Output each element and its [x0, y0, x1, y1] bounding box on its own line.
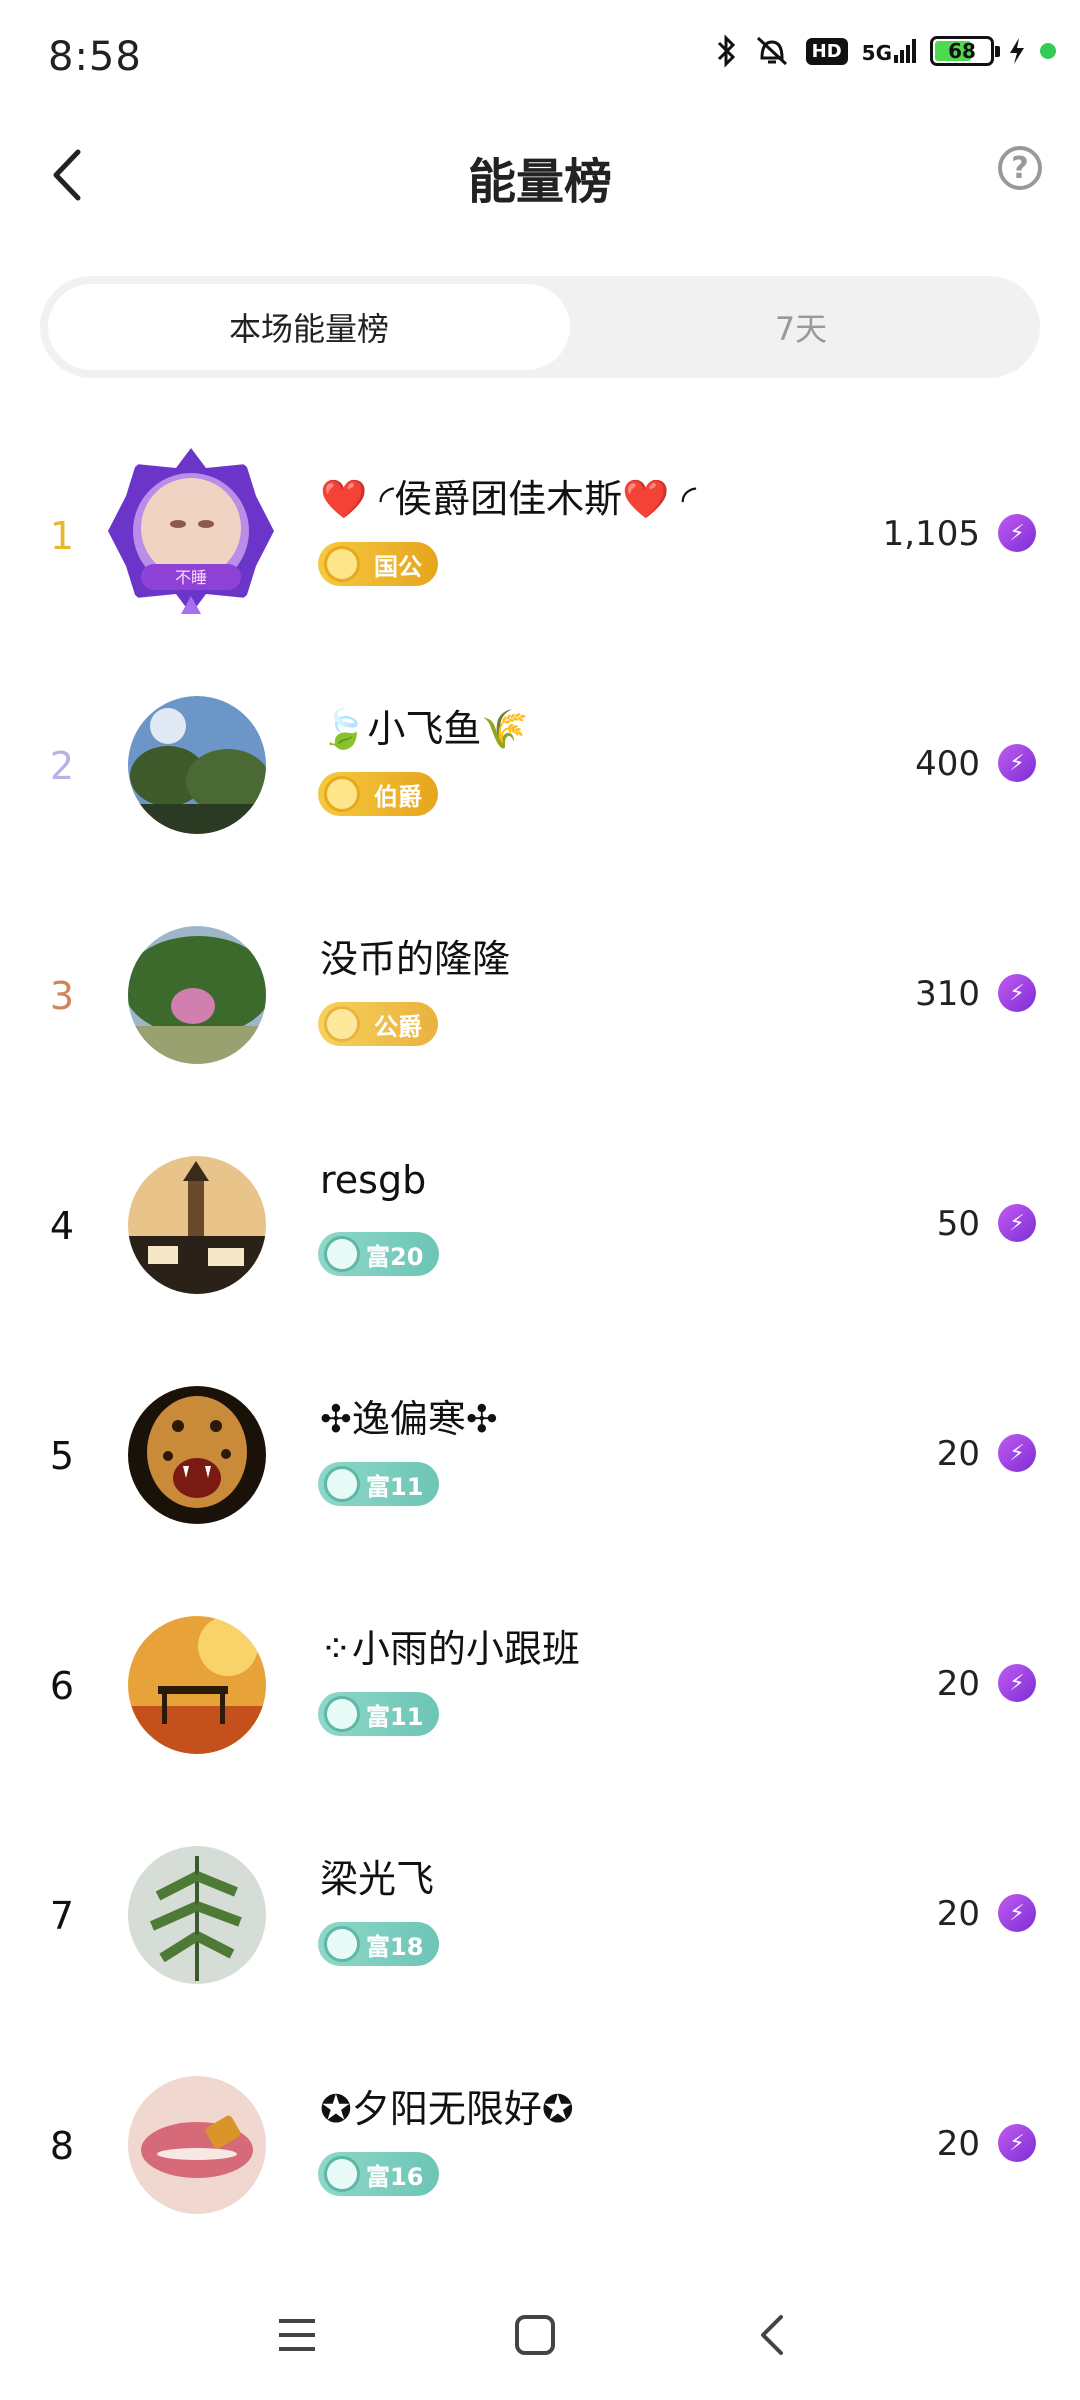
tab-7-days[interactable]: 7天 [570, 284, 1032, 370]
list-item[interactable]: 4 resgb 富20 50 ⚡ [0, 1110, 1080, 1340]
lightning-icon: ⚡ [998, 514, 1036, 552]
lightning-icon: ⚡ [998, 1204, 1036, 1242]
wealth-level-icon [324, 1926, 360, 1962]
list-item[interactable]: 6 ⁘小雨的小跟班 富11 20 ⚡ [0, 1570, 1080, 1800]
energy-score: 20 [936, 1664, 980, 1704]
user-name: 梁光飞 [320, 1857, 435, 1901]
lightning-icon: ⚡ [998, 974, 1036, 1012]
list-item[interactable]: 1 不睡 ❤️ ◜侯爵团佳木斯❤️ ◜ 国公 1,105 ⚡ [0, 420, 1080, 650]
user-name: ✣逸偏寒✣ [320, 1397, 498, 1441]
list-item[interactable]: 8 ✪夕阳无限好✪ 富16 20 ⚡ [0, 2030, 1080, 2260]
status-icons: HD 5G 68 [716, 34, 1056, 68]
status-bar: 8:58 HD 5G 68 [0, 0, 1080, 120]
avatar[interactable] [128, 1156, 266, 1294]
diamond-badge-icon [324, 546, 360, 582]
avatar[interactable] [128, 926, 266, 1064]
mute-bell-icon [756, 36, 787, 66]
home-square-icon [515, 2315, 555, 2355]
charging-icon [1010, 38, 1024, 64]
avatar[interactable] [128, 1846, 266, 1984]
lightning-icon: ⚡ [998, 1434, 1036, 1472]
tab-current-session[interactable]: 本场能量榜 [48, 284, 570, 370]
home-button[interactable] [500, 2300, 570, 2370]
user-name: ⁘小雨的小跟班 [320, 1627, 580, 1671]
list-item[interactable]: 2 🍃小飞鱼🌾 伯爵 400 ⚡ [0, 650, 1080, 880]
hd-icon: HD [805, 37, 848, 65]
user-name: ✪夕阳无限好✪ [320, 2087, 574, 2131]
svg-text:不睡: 不睡 [175, 568, 207, 587]
level-badge: 伯爵 [318, 772, 438, 816]
rank-number: 4 [49, 1204, 75, 1248]
question-circle-icon: ? [1011, 150, 1029, 186]
help-button[interactable]: ? [998, 146, 1042, 190]
wealth-badge: 富20 [318, 1232, 440, 1276]
wealth-badge: 富18 [318, 1922, 440, 1966]
lightning-icon: ⚡ [998, 1894, 1036, 1932]
wealth-level-icon [324, 2156, 360, 2192]
avatar[interactable] [128, 1386, 266, 1524]
lightning-icon: ⚡ [998, 2124, 1036, 2162]
user-name: ❤️ ◜侯爵团佳木斯❤️ ◜ [320, 477, 697, 521]
energy-score: 400 [915, 744, 980, 784]
wealth-level-icon [324, 1236, 360, 1272]
list-item[interactable]: 3 没币的隆隆 公爵 310 ⚡ [0, 880, 1080, 1110]
rank-number: 2 [49, 744, 75, 788]
battery-icon: 68 [930, 36, 1000, 66]
avatar[interactable] [128, 2076, 266, 2214]
rank-number: 6 [49, 1664, 75, 1708]
diamond-badge-icon [324, 1006, 360, 1042]
tab-bar: 本场能量榜 7天 [40, 276, 1040, 378]
system-nav-bar [0, 2270, 1080, 2400]
status-time: 8:58 [48, 34, 142, 80]
page-title: 能量榜 [467, 154, 612, 210]
rank-number: 5 [49, 1434, 75, 1478]
level-badge: 公爵 [318, 1002, 438, 1046]
energy-score: 310 [915, 974, 980, 1014]
wealth-level-icon [324, 1466, 360, 1502]
menu-button[interactable] [262, 2300, 332, 2370]
back-triangle-icon [761, 2315, 783, 2355]
energy-score: 20 [936, 1894, 980, 1934]
energy-score: 20 [936, 2124, 980, 2164]
energy-score: 1,105 [882, 514, 980, 554]
lightning-icon: ⚡ [998, 1664, 1036, 1702]
rank-number: 8 [49, 2124, 75, 2168]
rank-number: 7 [49, 1894, 75, 1938]
list-item[interactable]: 7 梁光飞 富18 20 ⚡ [0, 1800, 1080, 2030]
lightning-icon: ⚡ [998, 744, 1036, 782]
user-name: 没币的隆隆 [320, 937, 511, 981]
list-item[interactable]: 5 ✣逸偏寒✣ 富11 20 ⚡ [0, 1340, 1080, 1570]
wealth-badge: 富11 [318, 1692, 440, 1736]
energy-score: 50 [936, 1204, 980, 1244]
signal-icon: 5G [862, 39, 916, 63]
bluetooth-icon [717, 34, 735, 68]
diamond-badge-icon [324, 776, 360, 812]
system-back-button[interactable] [738, 2300, 808, 2370]
level-badge: 国公 [318, 542, 438, 586]
avatar[interactable] [128, 696, 266, 834]
menu-icon [279, 2319, 315, 2351]
wealth-badge: 富16 [318, 2152, 440, 2196]
energy-score: 20 [936, 1434, 980, 1474]
user-name: resgb [320, 1158, 427, 1202]
page-header: 能量榜 ? [0, 120, 1080, 230]
rank-number: 3 [49, 974, 75, 1018]
avatar[interactable] [128, 1616, 266, 1754]
rank-number: 1 [49, 514, 75, 558]
wealth-level-icon [324, 1696, 360, 1732]
wealth-badge: 富11 [318, 1462, 440, 1506]
avatar[interactable]: 不睡 [106, 446, 276, 616]
user-name: 🍃小飞鱼🌾 [320, 707, 529, 751]
ranking-list: 1 不睡 ❤️ ◜侯爵团佳木斯❤️ ◜ 国公 1,105 ⚡ 2 🍃小飞鱼🌾 伯… [0, 420, 1080, 2260]
battery-level: 68 [948, 39, 976, 63]
privacy-dot-icon [1040, 43, 1056, 59]
